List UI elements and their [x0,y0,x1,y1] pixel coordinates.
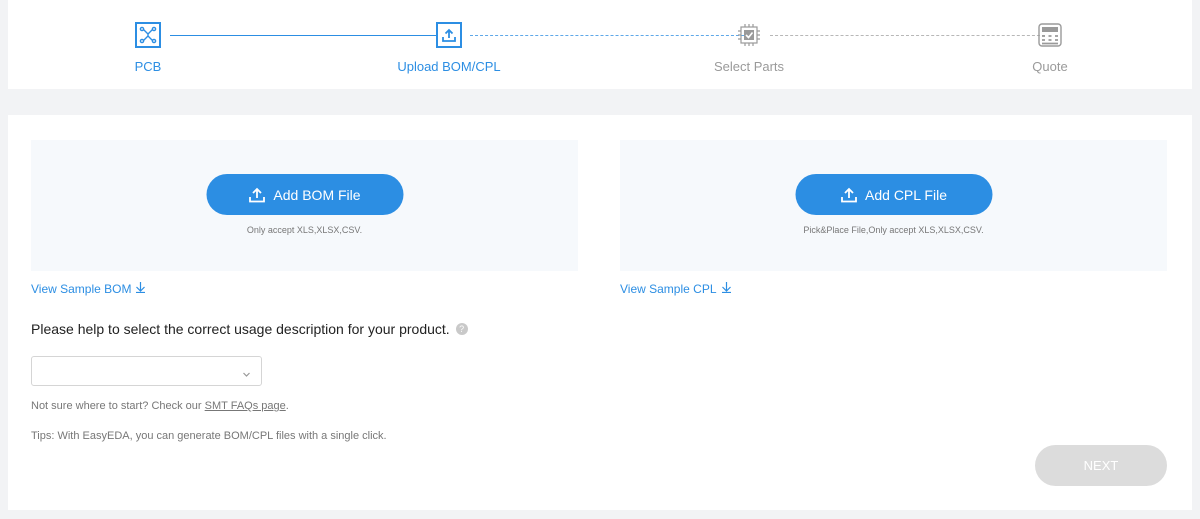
faq-hint-suffix: . [285,400,289,412]
step-label: PCB [134,59,162,74]
usage-description-select[interactable] [31,356,262,386]
chevron-down-icon [242,366,251,384]
upload-panel: Add BOM File Only accept XLS,XLSX,CSV. A… [8,115,1192,510]
next-button[interactable]: NEXT [1035,445,1167,486]
tips-text: Tips: With EasyEDA, you can generate BOM… [31,430,387,442]
chip-check-icon [736,22,762,48]
step-label: Quote [1032,59,1068,74]
step-label: Select Parts [713,59,785,74]
upload-icon [248,187,265,203]
bom-dropzone[interactable]: Add BOM File Only accept XLS,XLSX,CSV. [31,140,578,271]
download-arrow-icon [721,281,732,296]
cpl-dropzone[interactable]: Add CPL File Pick&Place File,Only accept… [620,140,1167,271]
step-quote[interactable]: Quote [970,22,1130,74]
add-bom-file-button[interactable]: Add BOM File [206,174,403,215]
add-cpl-file-button[interactable]: Add CPL File [795,174,992,215]
calculator-icon [1037,22,1063,48]
upload-icon [436,22,462,48]
step-upload[interactable]: Upload BOM/CPL [369,22,529,74]
add-bom-file-label: Add BOM File [273,186,361,203]
faq-hint-prefix: Not sure where to start? Check our [31,400,205,412]
step-select-parts[interactable]: Select Parts [669,22,829,74]
download-arrow-icon [135,281,146,296]
upload-icon [840,187,857,203]
view-sample-bom-label: View Sample BOM [31,281,132,296]
view-sample-cpl-label: View Sample CPL [620,281,717,296]
circuit-board-icon [135,22,161,48]
view-sample-cpl-link[interactable]: View Sample CPL [620,281,732,296]
step-label: Upload BOM/CPL [397,59,501,74]
help-icon[interactable]: ? [455,323,468,335]
usage-question-text: Please help to select the correct usage … [31,321,450,337]
progress-stepper: PCB Upload BOM/CPL Select Parts Quote [8,0,1192,89]
faq-hint: Not sure where to start? Check our SMT F… [31,400,289,412]
usage-question: Please help to select the correct usage … [31,321,468,337]
add-cpl-file-label: Add CPL File [865,186,947,203]
cpl-accepted-formats: Pick&Place File,Only accept XLS,XLSX,CSV… [803,225,984,235]
view-sample-bom-link[interactable]: View Sample BOM [31,281,146,296]
bom-accepted-formats: Only accept XLS,XLSX,CSV. [246,225,363,235]
step-pcb[interactable]: PCB [68,22,228,74]
smt-faqs-link[interactable]: SMT FAQs page [205,400,286,412]
